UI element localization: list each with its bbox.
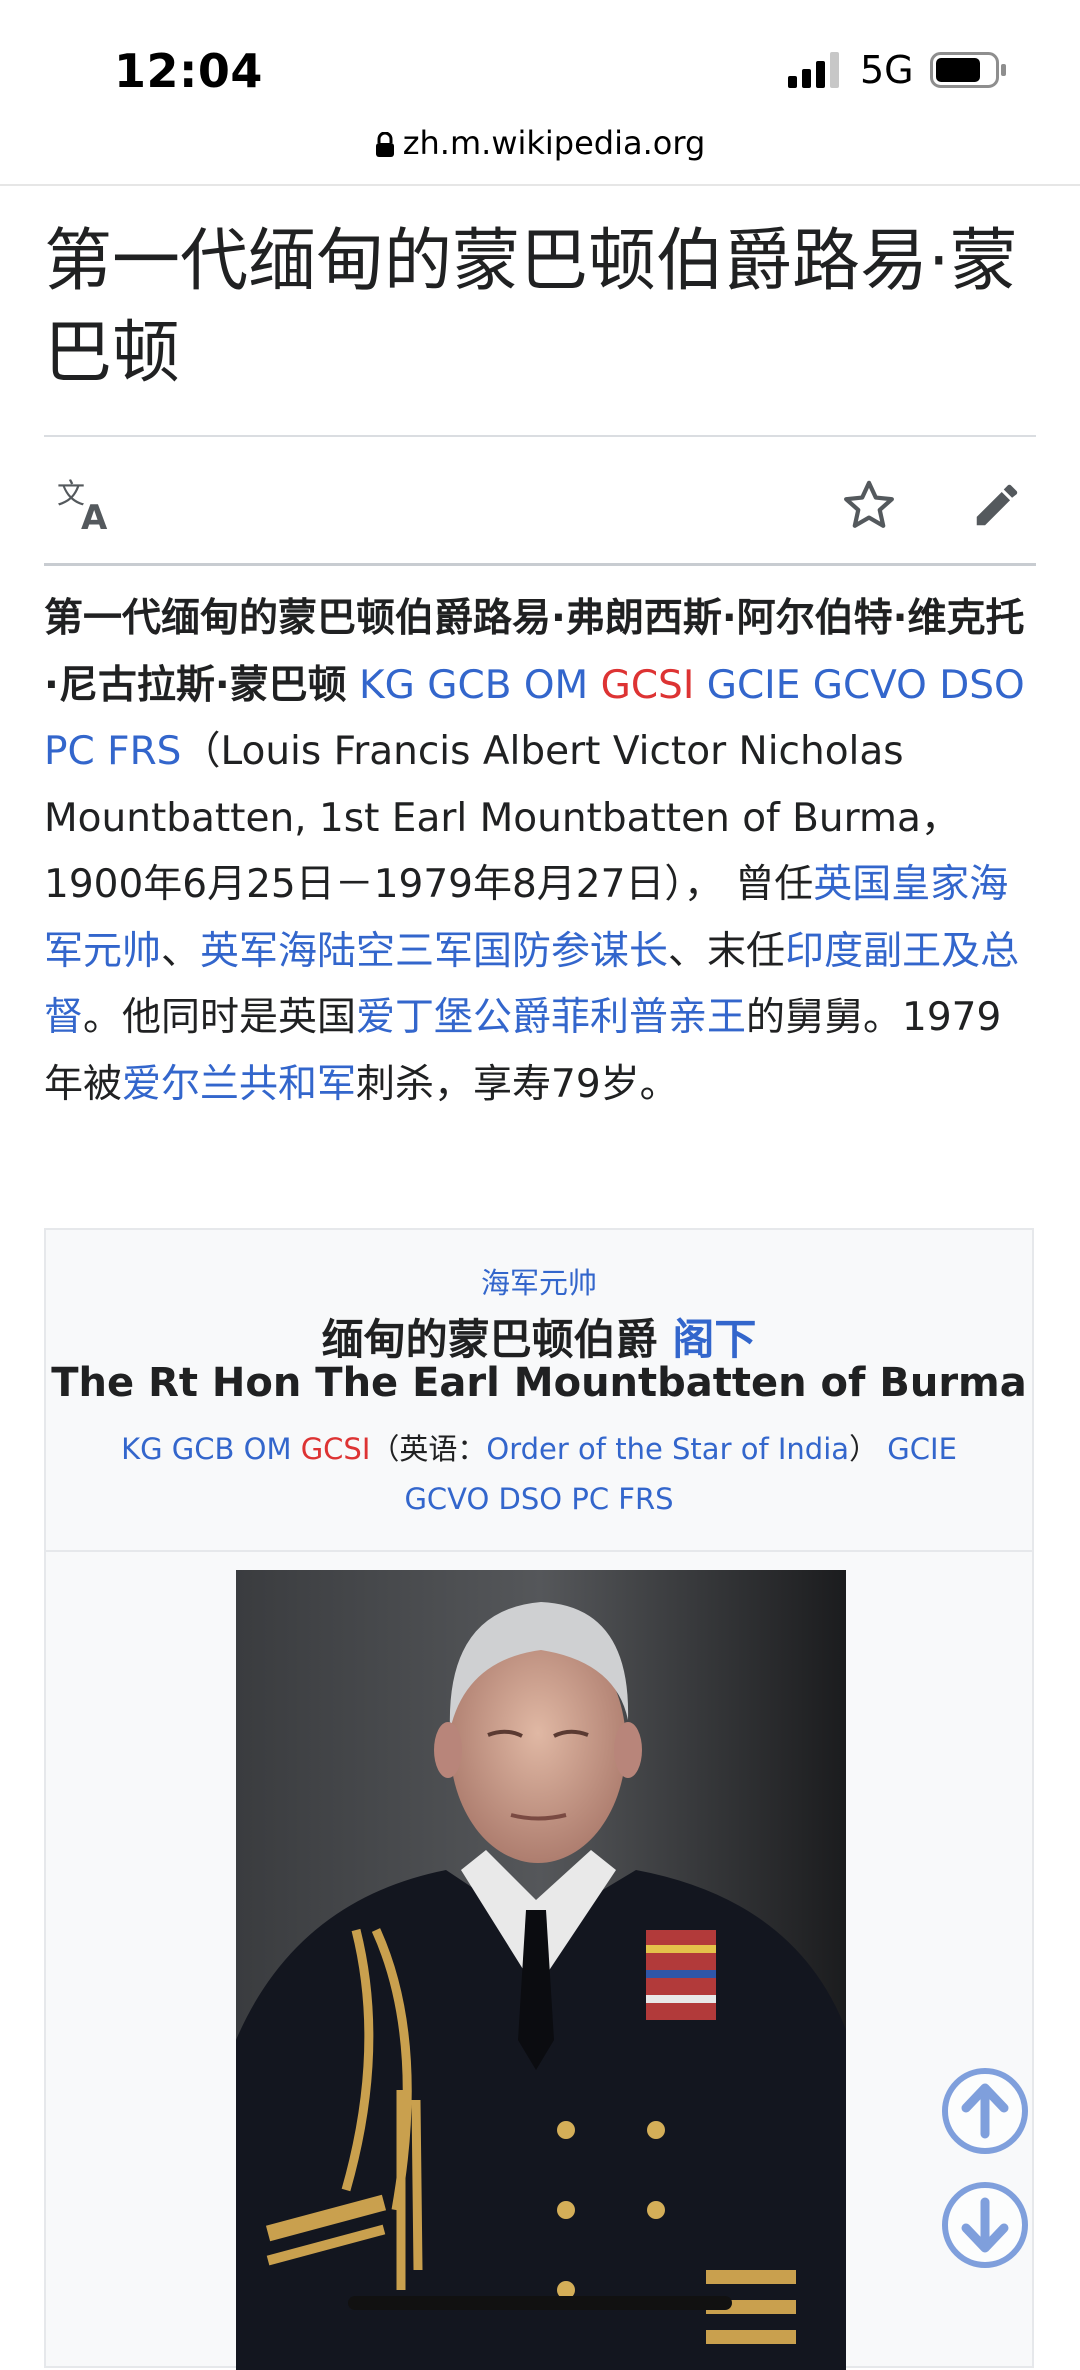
lock-icon bbox=[375, 132, 394, 157]
url-text: zh.m.wikipedia.org bbox=[402, 124, 706, 162]
address-bar[interactable]: zh.m.wikipedia.org bbox=[0, 124, 1080, 162]
infobox-gcsi-redlink[interactable]: GCSI bbox=[301, 1432, 371, 1466]
language-button[interactable]: 文 A bbox=[52, 470, 122, 540]
status-time: 12:04 bbox=[114, 44, 263, 98]
infobox-honours-link[interactable]: KG GCB OM bbox=[121, 1432, 291, 1466]
scroll-down-button[interactable] bbox=[940, 2180, 1030, 2270]
text-also: 。他同时是英国 bbox=[83, 995, 357, 1040]
infobox-gcie-link[interactable]: GCIE bbox=[887, 1432, 957, 1466]
header-divider bbox=[0, 184, 1080, 186]
portrait-image[interactable] bbox=[236, 1570, 846, 2370]
signal-icon bbox=[788, 52, 839, 88]
scroll-up-button[interactable] bbox=[940, 2066, 1030, 2156]
arrow-up-circle-icon bbox=[942, 2068, 1028, 2154]
infobox-style-link[interactable]: 阁下 bbox=[672, 1315, 756, 1364]
toolbar-divider bbox=[44, 563, 1036, 566]
infobox-honours-line-1: KG GCB OM GCSI（英语：Order of the Star of I… bbox=[46, 1426, 1032, 1468]
status-bar: 12:04 5G zh.m.wikipedia.org bbox=[0, 0, 1080, 162]
page-actions-toolbar: 文 A bbox=[44, 440, 1036, 562]
infobox: 海军元帅 缅甸的蒙巴顿伯爵 阁下 The Rt Hon The Earl Mou… bbox=[44, 1228, 1034, 2370]
page-title: 第一代缅甸的蒙巴顿伯爵路易·蒙巴顿 bbox=[44, 222, 1018, 393]
post-nominals-link[interactable]: KG GCB OM bbox=[359, 663, 588, 708]
link-ira[interactable]: 爱尔兰共和军 bbox=[122, 1062, 356, 1107]
edit-button[interactable] bbox=[962, 470, 1032, 540]
text-end: 刺杀，享寿79岁。 bbox=[356, 1061, 679, 1107]
text-separator: 、 bbox=[161, 928, 201, 974]
title-divider bbox=[44, 435, 1036, 437]
star-icon bbox=[844, 480, 894, 528]
link-prince-philip[interactable]: 爱丁堡公爵菲利普亲王 bbox=[356, 995, 746, 1040]
infobox-order-star-india-link[interactable]: Order of the Star of India bbox=[486, 1432, 849, 1466]
infobox-honours-line-2-link[interactable]: GCVO DSO PC FRS bbox=[404, 1482, 673, 1516]
infobox-name-zh-text: 缅甸的蒙巴顿伯爵 bbox=[321, 1315, 658, 1364]
infobox-name-en: The Rt Hon The Earl Mountbatten of Burma bbox=[51, 1360, 1027, 1406]
infobox-header: 海军元帅 缅甸的蒙巴顿伯爵 阁下 The Rt Hon The Earl Mou… bbox=[46, 1230, 1032, 1550]
watch-star-button[interactable] bbox=[834, 470, 904, 540]
infobox-name-zh: 缅甸的蒙巴顿伯爵 阁下 bbox=[46, 1306, 1032, 1367]
network-type: 5G bbox=[860, 48, 914, 92]
home-indicator[interactable] bbox=[348, 2296, 732, 2310]
infobox-paren-open: （英语： bbox=[370, 1432, 487, 1466]
infobox-rank-link[interactable]: 海军元帅 bbox=[481, 1266, 597, 1300]
pencil-icon bbox=[976, 484, 1018, 526]
infobox-paren-close: ） bbox=[849, 1432, 879, 1466]
lead-paragraph: 第一代缅甸的蒙巴顿伯爵路易·弗朗西斯·阿尔伯特·维克托·尼古拉斯·蒙巴顿 KG … bbox=[44, 586, 1036, 1118]
arrow-down-circle-icon bbox=[942, 2182, 1028, 2268]
link-chief-of-defence-staff[interactable]: 英军海陆空三军国防参谋长 bbox=[200, 929, 668, 974]
infobox-divider bbox=[46, 1550, 1032, 1552]
text-last: 、末任 bbox=[668, 928, 786, 974]
language-icon: 文 A bbox=[57, 477, 108, 533]
gcsi-redlink[interactable]: GCSI bbox=[601, 663, 695, 708]
svg-text:A: A bbox=[81, 498, 108, 533]
battery-icon bbox=[930, 52, 1006, 88]
